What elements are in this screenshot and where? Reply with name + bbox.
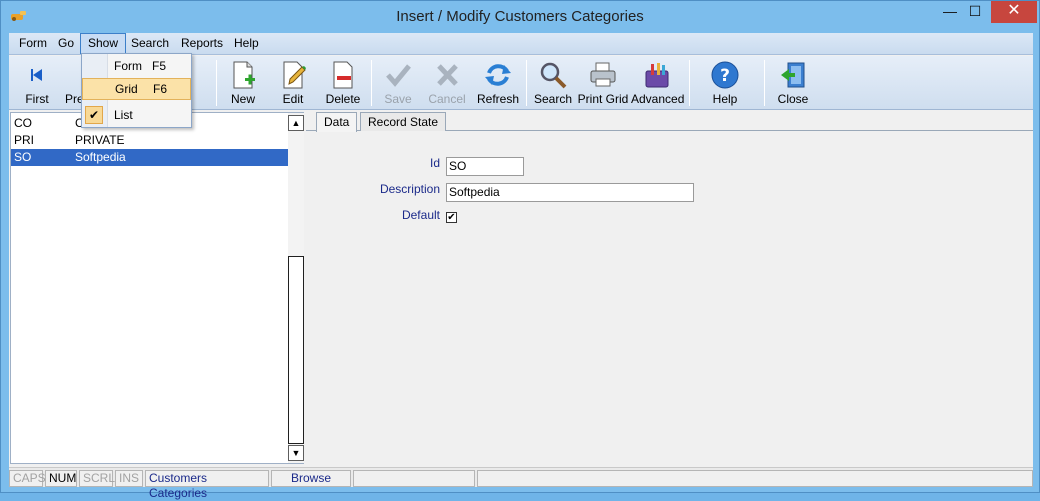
scroll-up-arrow-icon[interactable]: ▲ [288, 115, 304, 131]
toolbar-separator [371, 60, 372, 106]
edit-button[interactable]: Edit [269, 56, 317, 110]
advanced-tools-icon [645, 63, 669, 88]
scroll-down-arrow-icon[interactable]: ▼ [288, 445, 304, 461]
status-entity: Customers Categories [145, 470, 269, 500]
show-grid-label: Grid [115, 82, 138, 96]
refresh-icon [485, 64, 511, 86]
toolbar-separator [689, 60, 690, 106]
new-button[interactable]: New [221, 56, 265, 110]
status-ins: INS [115, 470, 143, 487]
status-panel-empty [353, 470, 475, 487]
list-item-name: Softpedia [75, 150, 126, 164]
show-form-label: Form [114, 59, 142, 73]
print-grid-button[interactable]: Print Grid [577, 56, 629, 110]
checkmark-icon: ✔ [85, 106, 103, 124]
printer-icon [590, 62, 616, 87]
help-button[interactable]: ? Help [703, 56, 747, 110]
id-label: Id [429, 156, 440, 170]
app-window: Insert / Modify Customers Categories — ☐… [0, 0, 1040, 500]
tab-record-state[interactable]: Record State [360, 112, 447, 131]
first-record-icon [31, 69, 42, 81]
show-grid-item[interactable]: Grid F6 [82, 78, 191, 100]
save-check-icon [386, 64, 411, 87]
svg-text:?: ? [720, 66, 730, 86]
search-magnifier-icon [540, 62, 567, 89]
client-area: Form Go Show Search Reports Help First P… [9, 33, 1033, 500]
show-list-label: List [114, 108, 133, 122]
advanced-label: Advanced [631, 92, 685, 106]
toolbar-separator [526, 60, 527, 106]
list-item-id: SO [14, 150, 32, 164]
id-field[interactable]: SO [446, 157, 524, 176]
save-button[interactable]: Save [375, 56, 421, 110]
menu-help[interactable]: Help [227, 33, 266, 54]
status-num: NUM [45, 470, 77, 487]
search-button[interactable]: Search [529, 56, 577, 110]
tab-strip: Data Record State [306, 112, 1033, 132]
cancel-label: Cancel [428, 92, 466, 106]
save-label: Save [384, 92, 412, 106]
show-form-item[interactable]: Form F5 [82, 55, 191, 77]
menu-form[interactable]: Form [12, 33, 54, 54]
categories-list: CO C PRI PRIVATE SO Softpedia ▲ ▼ [10, 112, 304, 464]
toolbar-separator [764, 60, 765, 106]
list-item-id: PRI [14, 133, 35, 147]
status-panel-empty [477, 470, 1033, 487]
help-label: Help [712, 92, 738, 106]
status-mode: Browse [271, 470, 351, 487]
show-grid-shortcut: F6 [153, 82, 168, 96]
menu-show[interactable]: Show [80, 33, 127, 54]
status-caps: CAPS [9, 470, 46, 487]
search-label: Search [533, 92, 573, 106]
default-checkbox[interactable]: ✔ [446, 212, 457, 223]
menu-bar: Form Go Show Search Reports Help [9, 33, 1033, 55]
refresh-label: Refresh [476, 92, 520, 106]
close-button[interactable]: Close [771, 56, 815, 110]
list-scrollbar[interactable]: ▲ ▼ [288, 113, 304, 463]
list-item[interactable]: PRI PRIVATE [11, 132, 289, 149]
default-label: Default [401, 208, 440, 222]
delete-label: Delete [325, 92, 361, 106]
tab-data[interactable]: Data [316, 112, 358, 132]
first-label: First [25, 92, 49, 106]
data-form: Id SO Description Softpedia Default ✔ [306, 132, 1033, 464]
status-bar: CAPS NUM SCRL INS Customers Categories B… [9, 467, 1033, 500]
edit-label: Edit [282, 92, 304, 106]
window-title: Insert / Modify Customers Categories [396, 8, 644, 25]
print-grid-label: Print Grid [577, 92, 629, 106]
menu-go[interactable]: Go [51, 33, 81, 54]
toolbar-separator [216, 60, 217, 106]
close-label: Close [777, 92, 809, 106]
maximize-button[interactable]: ☐ [962, 1, 988, 23]
menu-reports[interactable]: Reports [174, 33, 230, 54]
advanced-button[interactable]: Advanced [631, 56, 685, 110]
minimize-button[interactable]: — [938, 1, 962, 23]
show-list-item[interactable]: ✔ List [82, 104, 191, 126]
refresh-button[interactable]: Refresh [473, 56, 523, 110]
description-field[interactable]: Softpedia [446, 183, 694, 202]
delete-button[interactable]: Delete [319, 56, 367, 110]
list-item-selected[interactable]: SO Softpedia [11, 149, 289, 166]
exit-door-icon [781, 62, 805, 88]
cancel-x-icon [437, 64, 458, 86]
show-form-shortcut: F5 [152, 59, 167, 73]
delete-icon [333, 61, 353, 89]
menu-search[interactable]: Search [124, 33, 176, 54]
status-scrl: SCRL [79, 470, 115, 487]
description-label: Description [379, 182, 440, 196]
list-item-id: CO [14, 116, 32, 130]
new-document-icon [233, 61, 255, 89]
edit-pencil-icon [283, 61, 306, 89]
show-dropdown-menu: Form F5 Grid F6 ✔ List [81, 53, 192, 128]
help-question-icon: ? [711, 61, 739, 89]
list-item-name: PRIVATE [75, 133, 125, 147]
first-button[interactable]: First [13, 56, 61, 110]
cancel-button[interactable]: Cancel [423, 56, 471, 110]
close-window-button[interactable]: ✕ [991, 1, 1037, 23]
scroll-thumb[interactable] [288, 256, 304, 444]
title-bar: Insert / Modify Customers Categories — ☐… [1, 1, 1039, 33]
new-label: New [230, 92, 255, 106]
